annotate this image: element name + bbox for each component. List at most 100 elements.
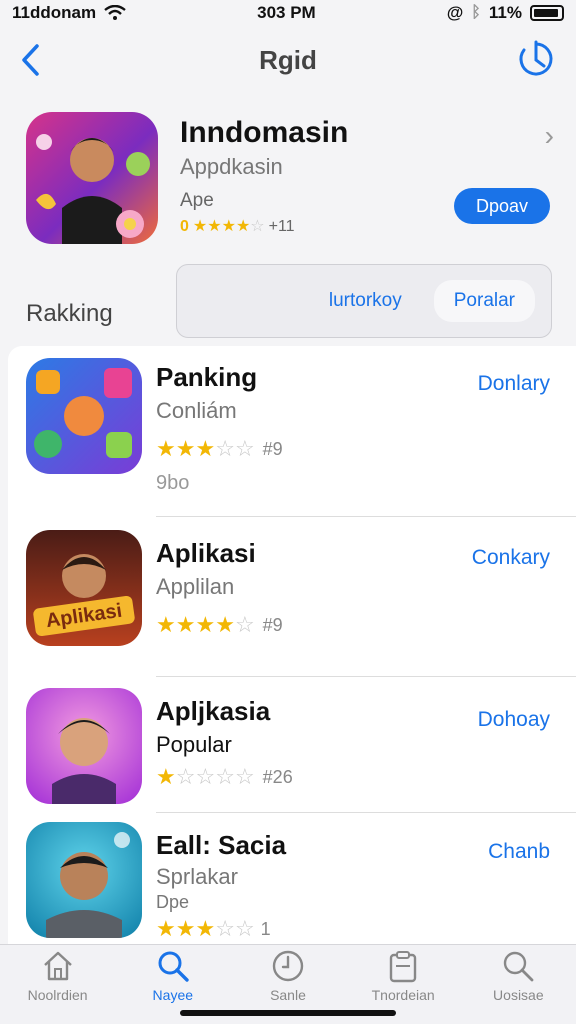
list-item[interactable]: Aplikasi Aplikasi Applilan ★★★★☆ #9 Conk… xyxy=(8,528,576,678)
star-filled-icon: ★ xyxy=(195,916,216,941)
search-icon xyxy=(158,951,189,982)
segmented-control: lurtorkoy Poralar xyxy=(176,264,552,338)
chevron-right-icon[interactable]: › xyxy=(545,120,554,152)
star-filled-icon: ★ xyxy=(156,916,176,941)
star-filled-icon: ★ xyxy=(156,764,176,789)
featured-app-title: Inndomasin xyxy=(180,116,349,149)
app-icon xyxy=(26,822,142,938)
status-time: 303 PM xyxy=(257,3,316,22)
star-filled-icon: ★ xyxy=(235,218,251,235)
featured-app-rating: 0 ★★★★☆ +11 xyxy=(180,218,295,236)
star-filled-icon: ★ xyxy=(175,916,196,941)
app-rating: ★★★★☆ #9 xyxy=(156,614,283,637)
star-rating: ★☆☆☆☆ xyxy=(156,766,255,789)
divider xyxy=(156,812,576,813)
tab-label: Sanle xyxy=(270,987,306,1003)
app-name: Panking xyxy=(156,362,258,392)
app-extra: 9bo xyxy=(156,472,190,494)
battery-icon xyxy=(530,5,564,21)
tab-search[interactable]: Nayee xyxy=(118,949,228,1003)
rating-count: #9 xyxy=(262,615,283,635)
status-bar: 11ddonam 303 PM @ ᛒ 11% xyxy=(0,0,576,26)
list-item[interactable]: Eall: Sacia Sprlakar Dpe ★★★☆☆ 1 Chanb xyxy=(8,820,576,950)
app-name: Aplikasi xyxy=(156,538,256,568)
segment-item-active[interactable]: Poralar xyxy=(433,280,535,322)
divider xyxy=(156,516,576,517)
app-subtitle: Applilan xyxy=(156,574,235,599)
get-button[interactable]: Donlary xyxy=(478,372,550,396)
tab-clipboard[interactable]: Tnordeian xyxy=(348,949,458,1003)
star-filled-icon: ★ xyxy=(156,612,176,637)
star-empty-icon: ☆ xyxy=(250,218,265,235)
divider xyxy=(156,676,576,677)
chevron-left-icon xyxy=(22,44,39,76)
star-rating: ★★★☆☆ xyxy=(156,918,255,941)
star-filled-icon: ★ xyxy=(156,436,176,461)
at-icon: @ xyxy=(446,3,464,22)
featured-app-developer: Ape xyxy=(180,190,214,211)
carrier-label: 11ddonam xyxy=(12,3,97,22)
app-rating: ★☆☆☆☆ #26 xyxy=(156,766,293,789)
refresh-button[interactable] xyxy=(516,40,556,80)
featured-app-icon xyxy=(26,112,158,244)
app-name: Apljkasia xyxy=(156,696,271,726)
tab-search-2[interactable]: Uosisae xyxy=(463,949,573,1003)
ranking-list: Panking Conliám ★★★☆☆ #9 9bo Donlary Apl… xyxy=(8,346,576,946)
star-filled-icon: ★ xyxy=(192,218,208,235)
star-filled-icon: ★ xyxy=(207,218,222,235)
star-empty-icon: ☆ xyxy=(175,764,196,789)
featured-app-subtitle: Appdkasin xyxy=(180,154,283,179)
star-empty-icon: ☆ xyxy=(234,436,255,461)
star-empty-icon: ☆ xyxy=(234,612,255,637)
home-indicator[interactable] xyxy=(180,1010,396,1016)
search-icon xyxy=(504,951,534,982)
bluetooth-icon: ᛒ xyxy=(471,4,481,21)
star-rating: ★★★★☆ xyxy=(156,614,255,637)
star-empty-icon: ☆ xyxy=(215,436,235,461)
featured-get-button[interactable]: Dpoav xyxy=(454,188,550,224)
star-rating: ★★★★☆ xyxy=(193,218,265,236)
clipboard-icon xyxy=(389,951,417,983)
star-empty-icon: ☆ xyxy=(234,764,255,789)
refresh-icon xyxy=(519,40,553,76)
tab-home[interactable]: Noolrdien xyxy=(3,949,113,1003)
tab-clock[interactable]: Sanle xyxy=(233,949,343,1003)
star-empty-icon: ☆ xyxy=(195,764,216,789)
app-name: Eall: Sacia xyxy=(156,830,287,860)
app-extra: Dpe xyxy=(156,892,190,912)
app-rating: ★★★☆☆ 1 xyxy=(156,918,271,941)
home-icon xyxy=(43,951,72,981)
star-filled-icon: ★ xyxy=(175,612,196,637)
app-rating: ★★★☆☆ #9 xyxy=(156,438,283,461)
get-button[interactable]: Conkary xyxy=(472,546,550,570)
get-button[interactable]: Dohoay xyxy=(478,708,550,732)
star-filled-icon: ★ xyxy=(175,436,196,461)
app-icon: Aplikasi xyxy=(26,530,142,646)
segment-item[interactable]: lurtorkoy xyxy=(309,280,422,322)
app-subtitle: Sprlakar xyxy=(156,864,238,889)
tab-label: Noolrdien xyxy=(27,987,88,1003)
app-icon xyxy=(26,688,142,804)
back-button[interactable] xyxy=(10,38,50,82)
section-title: Rakking xyxy=(26,300,113,327)
list-item[interactable]: Panking Conliám ★★★☆☆ #9 9bo Donlary xyxy=(8,356,576,517)
rating-count: #26 xyxy=(262,767,293,787)
tab-label: Tnordeian xyxy=(371,987,435,1003)
list-item[interactable]: Apljkasia Popular ★☆☆☆☆ #26 Dohoay xyxy=(8,686,576,816)
nav-bar: Rgid xyxy=(0,30,576,90)
page-title: Rgid xyxy=(259,44,317,75)
clock-icon xyxy=(272,950,304,982)
rating-count: 1 xyxy=(260,919,271,939)
rating-count: +11 xyxy=(268,218,295,235)
get-button[interactable]: Chanb xyxy=(488,840,550,864)
tab-bar: Noolrdien Nayee Sanle Tnordeian Uosisae xyxy=(0,944,576,1024)
star-rating: ★★★☆☆ xyxy=(156,438,255,461)
star-empty-icon: ☆ xyxy=(215,916,235,941)
tab-label: Nayee xyxy=(152,987,194,1003)
star-empty-icon: ☆ xyxy=(234,916,255,941)
rating-count: #9 xyxy=(262,439,283,459)
wifi-icon xyxy=(104,5,126,20)
featured-app[interactable]: Inndomasin Appdkasin Ape 0 ★★★★☆ +11 › D… xyxy=(0,108,576,258)
app-subtitle: Conliám xyxy=(156,398,237,423)
star-filled-icon: ★ xyxy=(221,218,236,235)
